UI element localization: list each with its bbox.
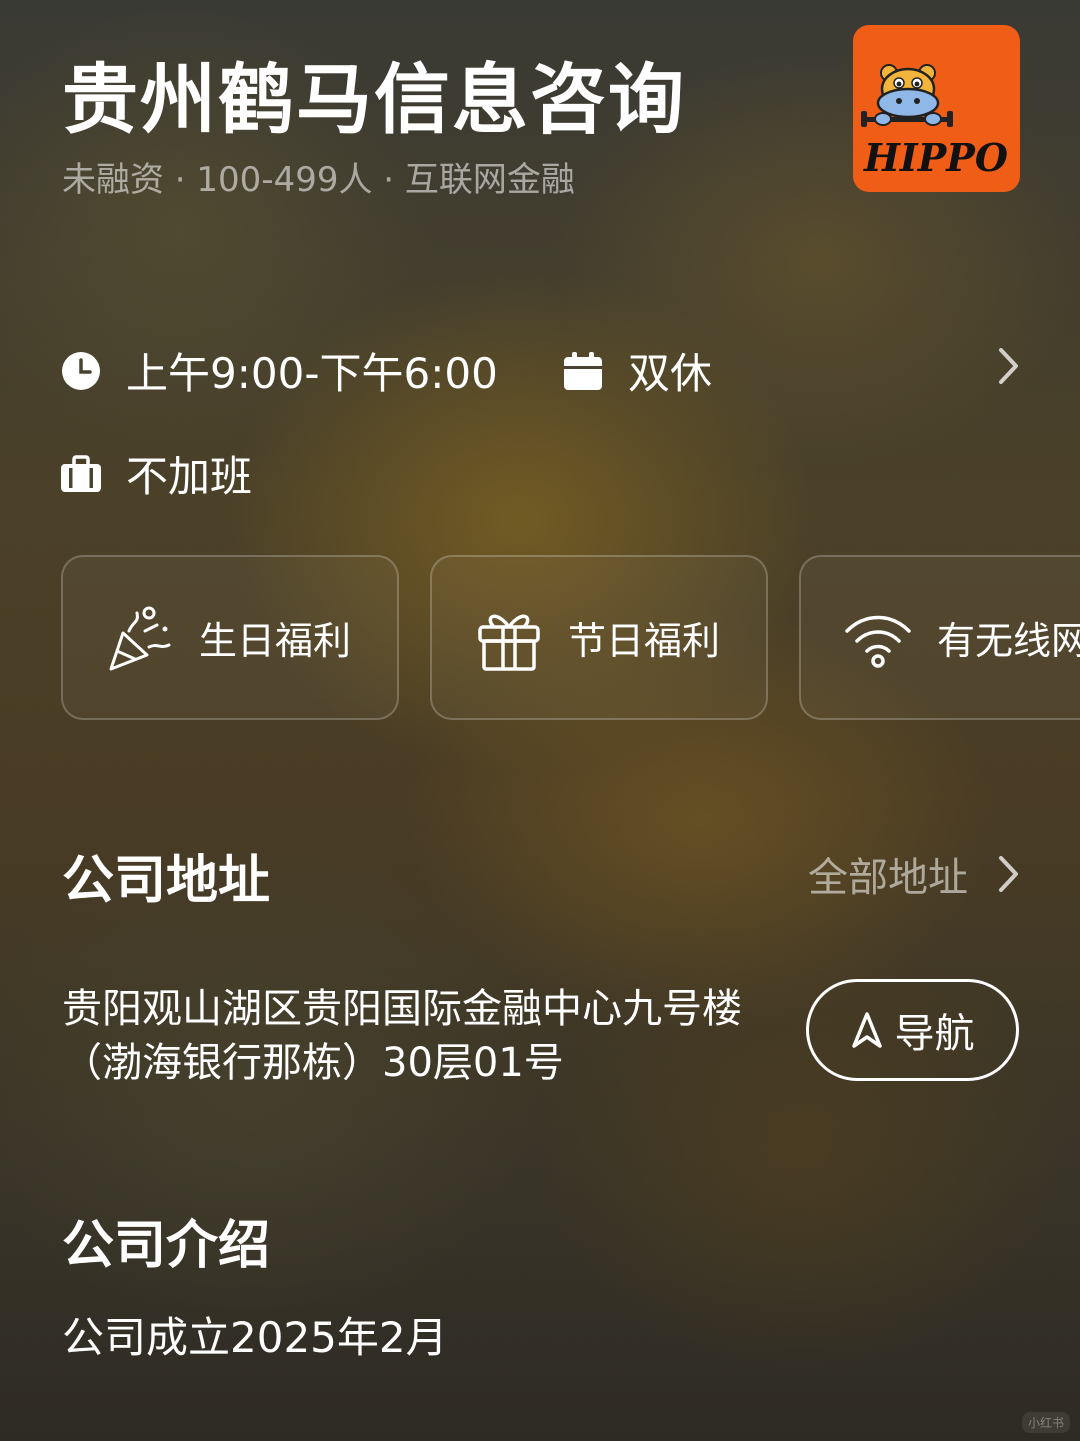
navigate-button[interactable]: 导航 bbox=[806, 979, 1019, 1081]
all-address-link[interactable]: 全部地址 bbox=[808, 845, 1022, 903]
company-address: 贵阳观山湖区贵阳国际金融中心九号楼（渤海银行那栋）30层01号 bbox=[62, 986, 742, 1086]
company-logo: HIPPO bbox=[853, 25, 1020, 192]
navigate-label: 导航 bbox=[894, 1011, 975, 1057]
party-popper-icon bbox=[109, 606, 171, 670]
briefcase-icon bbox=[61, 454, 101, 492]
company-intro-text: 公司成立2025年2月 bbox=[62, 1313, 448, 1362]
watermark: 小红书 bbox=[1021, 1412, 1070, 1433]
navigation-arrow-icon bbox=[851, 1012, 882, 1048]
chevron-right-icon bbox=[999, 856, 1018, 892]
calendar-icon bbox=[564, 351, 602, 390]
hippo-logo-icon: HIPPO bbox=[861, 64, 1008, 180]
work-hours-label: 上午9:00-下午6:00 bbox=[126, 349, 498, 398]
company-name: 贵州鹤马信息咨询 bbox=[62, 55, 686, 144]
rest-days-label: 双休 bbox=[628, 349, 713, 398]
benefit-card-birthday[interactable]: 生日福利 bbox=[61, 555, 399, 720]
work-hours: 上午9:00-下午6:00 bbox=[60, 340, 498, 401]
chevron-right-icon[interactable] bbox=[996, 346, 1022, 386]
all-address-label: 全部地址 bbox=[808, 855, 968, 901]
logo-text: HIPPO bbox=[863, 135, 1008, 180]
address-section-title: 公司地址 bbox=[62, 851, 271, 911]
benefit-label: 节日福利 bbox=[568, 619, 721, 663]
overtime-label: 不加班 bbox=[126, 452, 253, 501]
clock-icon bbox=[62, 351, 100, 390]
benefit-card-wifi[interactable]: 有无线网 bbox=[799, 555, 1080, 720]
benefit-label: 有无线网 bbox=[937, 619, 1080, 663]
company-meta: 未融资 · 100-499人 · 互联网金融 bbox=[62, 160, 575, 200]
benefit-label: 生日福利 bbox=[199, 619, 352, 663]
intro-section-title: 公司介绍 bbox=[62, 1216, 271, 1276]
wifi-icon bbox=[845, 615, 911, 668]
benefit-card-holiday[interactable]: 节日福利 bbox=[430, 555, 768, 720]
overtime-policy: 不加班 bbox=[60, 443, 252, 504]
gift-icon bbox=[478, 614, 540, 671]
rest-days: 双休 bbox=[562, 340, 712, 401]
